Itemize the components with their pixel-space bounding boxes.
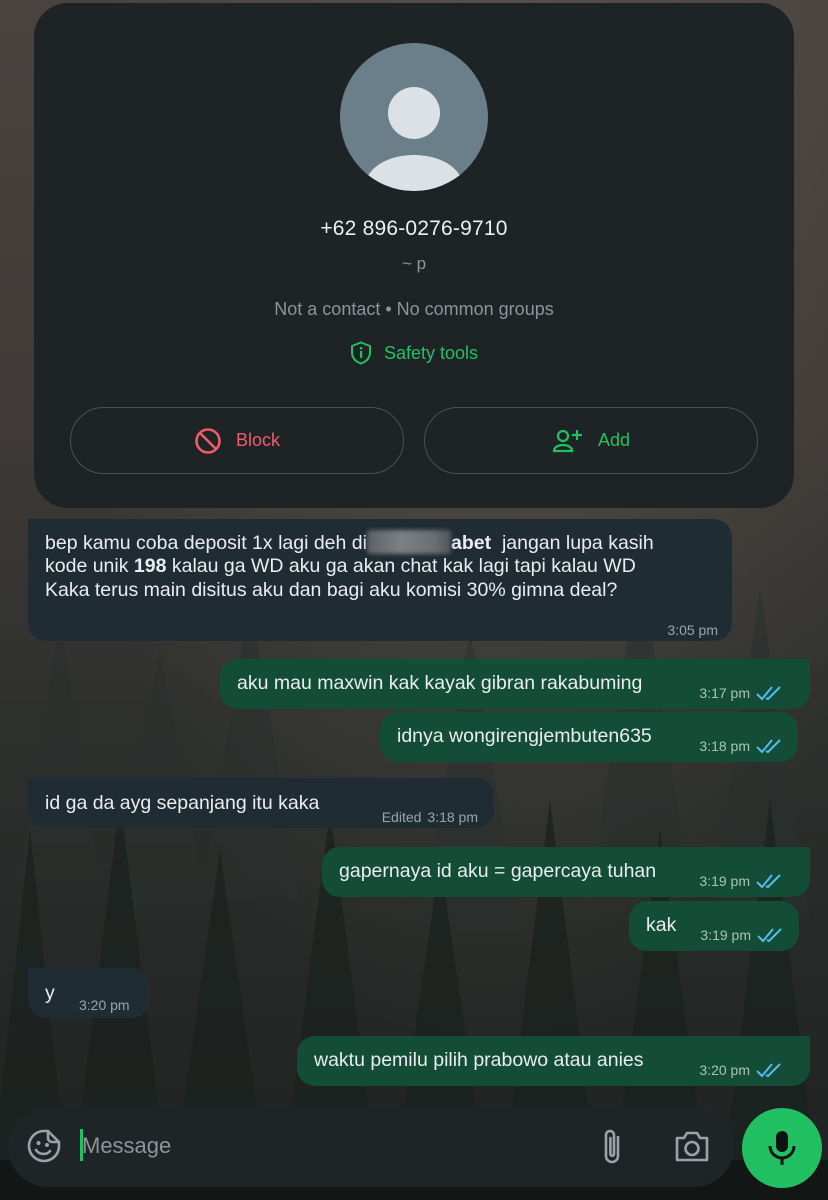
edited-label: Edited [381, 809, 422, 825]
add-label: Add [597, 430, 631, 450]
shield-icon [350, 341, 371, 365]
message-time: 3:19 pm [700, 927, 751, 943]
message-time: 3:20 pm [699, 1062, 750, 1078]
double-check-icon [756, 686, 781, 701]
double-check-icon [756, 1063, 781, 1078]
message-text: Kaka terus main disitus aku dan bagi aku… [45, 579, 618, 601]
add-person-icon [552, 429, 582, 452]
message-bubble-incoming[interactable]: id ga da ayg sepanjang itu kaka Edited 3… [28, 778, 494, 828]
message-bubble-incoming[interactable]: bep kamu coba deposit 1x lagi deh di abet… [28, 519, 732, 641]
add-contact-button[interactable]: Add [424, 407, 758, 474]
message-composer: Message [8, 1107, 734, 1187]
message-text: kode unik 198 kalau ga WD aku ga akan ch… [45, 555, 636, 577]
contact-status-text: Not a contact • No common groups [274, 299, 554, 319]
contact-info-card: +62 896-0276-9710 ~ p Not a contact • No… [34, 3, 794, 508]
redacted-blur [366, 530, 451, 554]
attach-icon[interactable] [598, 1127, 628, 1167]
message-text: y [45, 982, 55, 1004]
voice-message-button[interactable] [742, 1108, 822, 1188]
message-time: 3:18 pm [427, 809, 478, 825]
sticker-icon[interactable] [26, 1128, 62, 1164]
contact-push-name: ~ p [401, 254, 427, 273]
message-bubble-incoming[interactable]: y 3:20 pm [28, 968, 150, 1018]
message-bubble-outgoing[interactable]: gapernaya id aku = gapercaya tuhan 3:19 … [322, 847, 810, 897]
double-check-icon [757, 928, 782, 943]
message-time: 3:19 pm [699, 873, 750, 889]
message-text: aku mau maxwin kak kayak gibran rakabumi… [237, 672, 643, 694]
message-text: waktu pemilu pilih prabowo atau anies [314, 1049, 644, 1071]
block-button[interactable]: Block [70, 407, 404, 474]
message-input[interactable]: Message [82, 1133, 171, 1159]
message-time: 3:17 pm [699, 685, 750, 701]
message-text: gapernaya id aku = gapercaya tuhan [339, 860, 657, 882]
block-icon [195, 427, 221, 454]
message-time: 3:20 pm [79, 997, 130, 1013]
message-bubble-outgoing[interactable]: aku mau maxwin kak kayak gibran rakabumi… [220, 659, 810, 709]
double-check-icon [756, 874, 781, 889]
message-time: 3:18 pm [699, 738, 750, 754]
message-bubble-outgoing[interactable]: waktu pemilu pilih prabowo atau anies 3:… [297, 1036, 810, 1086]
safety-tools-label: Safety tools [383, 342, 479, 363]
avatar[interactable] [340, 43, 488, 191]
message-text: id ga da ayg sepanjang itu kaka [45, 792, 320, 814]
default-avatar-icon [364, 87, 464, 191]
message-text: kak [646, 914, 677, 936]
block-label: Block [235, 430, 280, 450]
contact-phone-number: +62 896-0276-9710 [320, 217, 508, 240]
message-bubble-outgoing[interactable]: kak 3:19 pm [629, 901, 799, 951]
double-check-icon [756, 739, 781, 754]
message-time: 3:05 pm [667, 622, 718, 638]
camera-icon[interactable] [673, 1130, 711, 1164]
safety-tools-link[interactable]: Safety tools [34, 341, 794, 365]
message-text: idnya wongirengjembuten635 [397, 725, 652, 747]
message-bubble-outgoing[interactable]: idnya wongirengjembuten635 3:18 pm [380, 712, 798, 762]
message-text: bep kamu coba deposit 1x lagi deh di abet… [45, 530, 654, 554]
mic-icon [768, 1131, 796, 1165]
